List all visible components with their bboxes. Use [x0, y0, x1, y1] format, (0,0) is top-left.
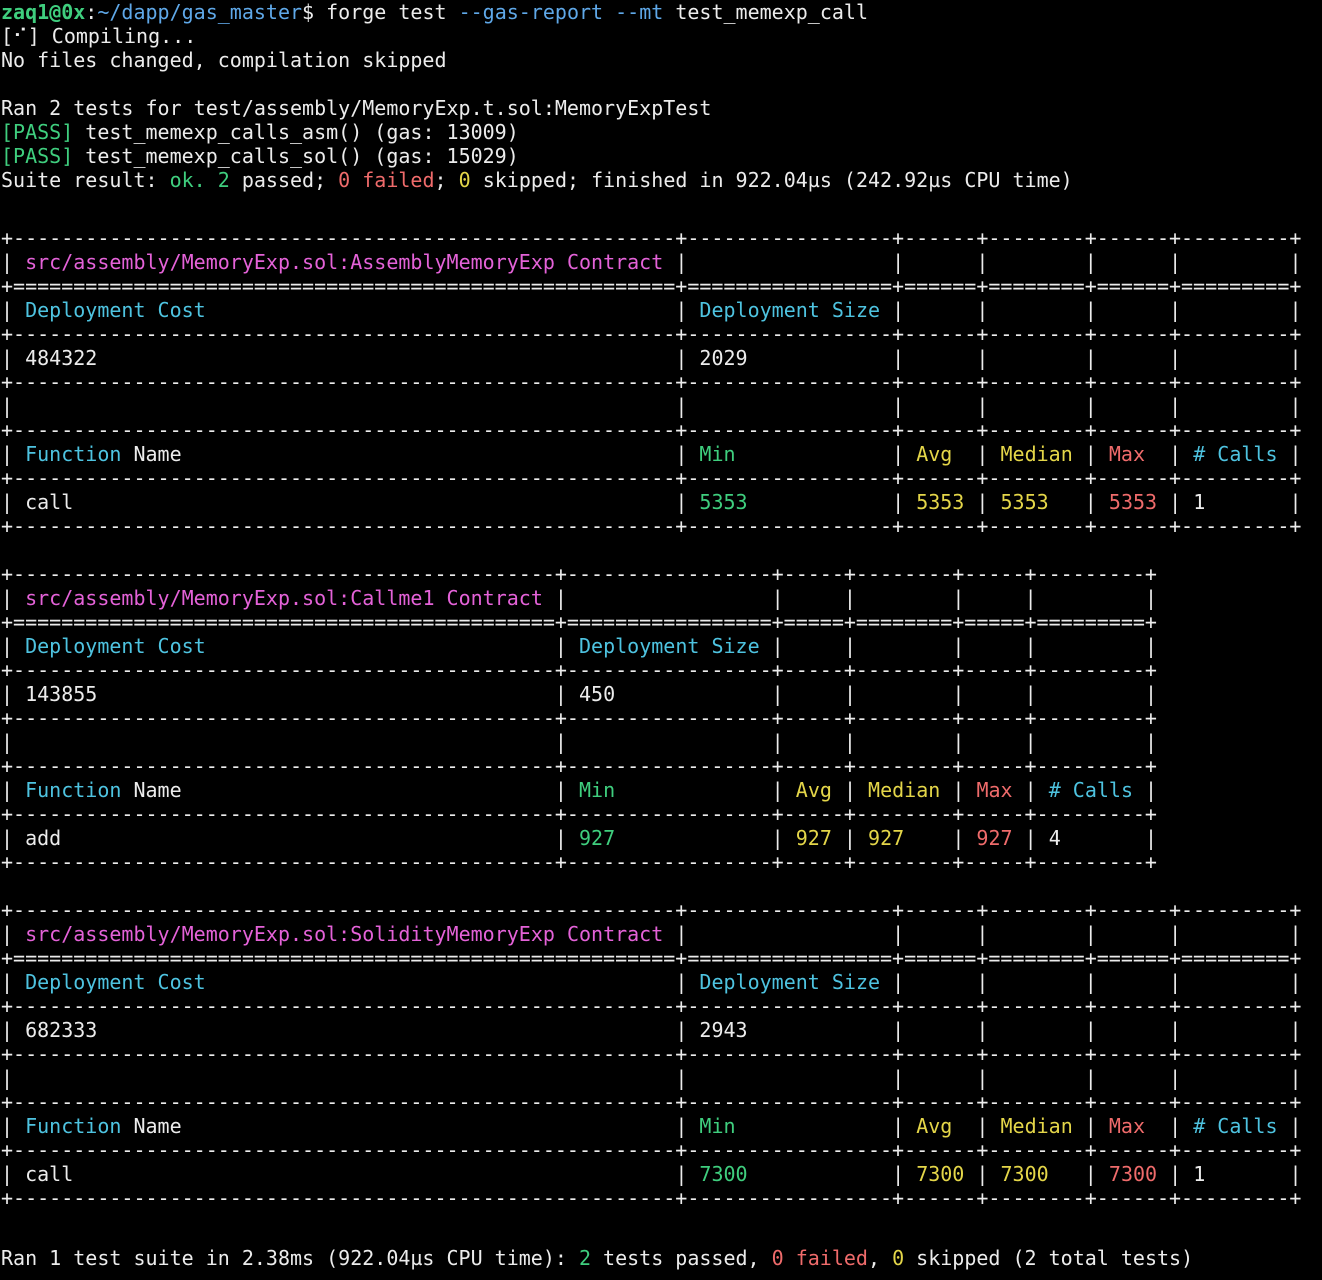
prompt-path: ~/dapp/gas_master: [97, 0, 303, 24]
test-result-line: [PASS] test_memexp_calls_sol() (gas: 150…: [1, 144, 519, 168]
deployment-size-header: Deployment Size: [579, 634, 760, 658]
max-value: 927: [976, 826, 1013, 850]
command-arg: test_memexp_call: [663, 0, 869, 24]
avg-header: Avg: [795, 778, 832, 802]
deployment-size-header: Deployment Size: [699, 970, 881, 994]
function-header-row: | Function Name | Min | Avg | Median | M…: [1, 1114, 1302, 1138]
pass-badge: [PASS]: [1, 120, 74, 144]
function-header: Function: [25, 442, 122, 466]
passed-count: 2: [578, 1246, 592, 1270]
deployment-cost-header: Deployment Cost: [25, 634, 206, 658]
min-header: Min: [699, 442, 736, 466]
prompt-user-host: zaq1@0x: [1, 0, 86, 24]
deployment-cost-value: 484322: [25, 346, 98, 370]
median-header: Median: [1000, 1114, 1073, 1138]
calls-value: 1: [1193, 1162, 1206, 1186]
terminal-window[interactable]: zaq1@0x:~/dapp/gas_master$ forge test --…: [0, 0, 1322, 1280]
compile-line: [⠊] Compiling...: [1, 24, 197, 48]
prompt-symbol: $: [302, 0, 327, 24]
skipped-count: 0: [892, 1246, 905, 1270]
deployment-value-row: | 484322 | 2029 | | | | |: [1, 346, 1302, 370]
deployment-cost-value: 143855: [25, 682, 98, 706]
command-text: forge test: [326, 0, 459, 24]
empty-row: | | | | | | |: [1, 394, 1302, 418]
ran-tests-line: Ran 2 tests for test/assembly/MemoryExp.…: [1, 96, 712, 120]
no-change-line: No files changed, compilation skipped: [1, 48, 447, 72]
deployment-value-row: | 143855 | 450 | | | | |: [1, 682, 1158, 706]
final-summary-line: Ran 1 test suite in 2.38ms (922.04µs CPU…: [1, 1246, 1194, 1270]
function-name: call: [25, 1162, 74, 1186]
function-name: add: [25, 826, 62, 850]
deployment-cost-value: 682333: [25, 1018, 98, 1042]
max-value: 7300: [1108, 1162, 1158, 1186]
function-header-row: | Function Name | Min | Avg | Median | M…: [1, 442, 1302, 466]
max-value: 5353: [1108, 490, 1158, 514]
failed-count: 0: [771, 1246, 784, 1270]
failed-count: 0: [338, 168, 351, 192]
calls-header: # Calls: [1048, 778, 1133, 802]
function-name: call: [25, 490, 74, 514]
median-header: Median: [868, 778, 941, 802]
command-flag-gas-report: --gas-report: [458, 0, 604, 24]
avg-header: Avg: [916, 442, 953, 466]
max-header: Max: [976, 778, 1013, 802]
contract-title-row: | src/assembly/MemoryExp.sol:SolidityMem…: [1, 922, 1302, 946]
function-row: | add | 927 | 927 | 927 | 927 | 4 |: [1, 826, 1158, 850]
max-header: Max: [1108, 1114, 1146, 1138]
skipped-count: 0: [458, 168, 471, 192]
min-value: 7300: [699, 1162, 748, 1186]
calls-value: 4: [1048, 826, 1061, 850]
name-header: Name: [133, 1114, 182, 1138]
contract-title-row: | src/assembly/MemoryExp.sol:Callme1 Con…: [1, 586, 1158, 610]
min-header: Min: [579, 778, 616, 802]
deployment-cost-header: Deployment Cost: [25, 970, 206, 994]
function-row: | call | 5353 | 5353 | 5353 | 5353 | 1 |: [1, 490, 1302, 514]
contract-title: src/assembly/MemoryExp.sol:AssemblyMemor…: [25, 250, 664, 274]
function-header: Function: [25, 1114, 122, 1138]
deployment-size-value: 450: [579, 682, 616, 706]
min-header: Min: [699, 1114, 736, 1138]
deployment-value-row: | 682333 | 2943 | | | | |: [1, 1018, 1302, 1042]
contract-title: src/assembly/MemoryExp.sol:Callme1 Contr…: [25, 586, 543, 610]
deployment-size-value: 2943: [699, 1018, 748, 1042]
avg-value: 5353: [916, 490, 965, 514]
function-row: | call | 7300 | 7300 | 7300 | 7300 | 1 |: [1, 1162, 1302, 1186]
deployment-size-header: Deployment Size: [699, 298, 881, 322]
median-value: 5353: [1000, 490, 1049, 514]
contract-title: src/assembly/MemoryExp.sol:SolidityMemor…: [25, 922, 664, 946]
avg-value: 7300: [916, 1162, 965, 1186]
suite-ok-status: ok.: [169, 168, 206, 192]
calls-value: 1: [1193, 490, 1206, 514]
function-header: Function: [25, 778, 122, 802]
name-header: Name: [133, 778, 182, 802]
deployment-cost-header: Deployment Cost: [25, 298, 206, 322]
function-header-row: | Function Name | Min | Avg | Median | M…: [1, 778, 1158, 802]
avg-value: 927: [795, 826, 832, 850]
median-value: 927: [868, 826, 905, 850]
median-header: Median: [1000, 442, 1073, 466]
max-header: Max: [1108, 442, 1146, 466]
calls-header: # Calls: [1193, 1114, 1278, 1138]
test-result-line: [PASS] test_memexp_calls_asm() (gas: 130…: [1, 120, 519, 144]
median-value: 7300: [1000, 1162, 1049, 1186]
deployment-header-row: | Deployment Cost | Deployment Size | | …: [1, 298, 1302, 322]
command-flag-mt: --mt: [615, 0, 664, 24]
contract-title-row: | src/assembly/MemoryExp.sol:AssemblyMem…: [1, 250, 1302, 274]
empty-row: | | | | | | |: [1, 1066, 1302, 1090]
passed-count: 2: [217, 168, 230, 192]
pass-badge: [PASS]: [1, 144, 74, 168]
min-value: 927: [579, 826, 616, 850]
empty-row: | | | | | | |: [1, 730, 1158, 754]
deployment-header-row: | Deployment Cost | Deployment Size | | …: [1, 634, 1158, 658]
name-header: Name: [133, 442, 182, 466]
deployment-size-value: 2029: [699, 346, 748, 370]
suite-result-line: Suite result: ok. 2 passed; 0 failed; 0 …: [1, 168, 1073, 192]
calls-header: # Calls: [1193, 442, 1278, 466]
deployment-header-row: | Deployment Cost | Deployment Size | | …: [1, 970, 1302, 994]
avg-header: Avg: [916, 1114, 953, 1138]
min-value: 5353: [699, 490, 748, 514]
prompt-line: zaq1@0x:~/dapp/gas_master$ forge test --…: [1, 0, 869, 24]
